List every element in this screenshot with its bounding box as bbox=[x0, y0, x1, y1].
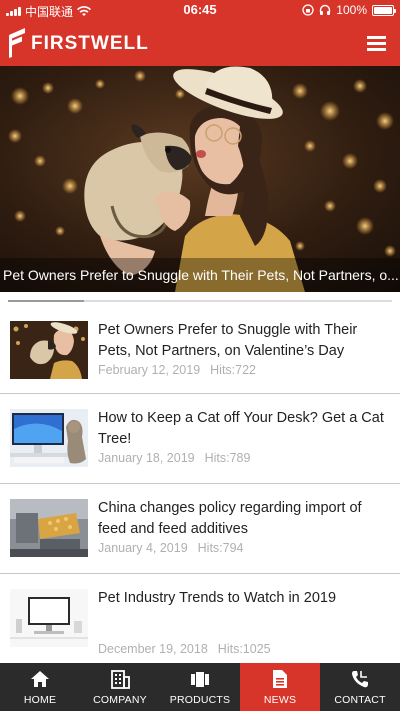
news-title[interactable]: China changes policy regarding import of… bbox=[98, 498, 393, 540]
news-date: February 12, 2019 bbox=[98, 363, 201, 377]
news-thumbnail bbox=[10, 321, 88, 379]
news-hits: Hits:722 bbox=[210, 363, 257, 377]
news-meta: January 18, 2019 Hits:789 bbox=[98, 451, 250, 465]
nav-label: COMPANY bbox=[93, 694, 147, 706]
nav-label: NEWS bbox=[263, 694, 297, 706]
news-hits: Hits:794 bbox=[197, 541, 244, 555]
carousel-indicator bbox=[8, 300, 392, 302]
headphones-icon bbox=[320, 4, 331, 15]
phone-icon bbox=[352, 671, 368, 688]
nav-label: CONTACT bbox=[334, 694, 386, 706]
products-icon bbox=[191, 672, 209, 687]
news-meta: December 19, 2018 Hits:1025 bbox=[98, 642, 271, 656]
nav-item-products[interactable]: PRODUCTS bbox=[160, 663, 240, 711]
brand-logo[interactable]: FIRSTWELL bbox=[6, 25, 149, 59]
nav-item-news[interactable]: NEWS bbox=[240, 663, 320, 711]
bottom-nav: HOME COMPANY PRODUCTS NEWS CONTACT bbox=[0, 663, 400, 711]
document-icon bbox=[273, 670, 287, 688]
news-title[interactable]: How to Keep a Cat off Your Desk? Get a C… bbox=[98, 408, 393, 450]
news-date: December 19, 2018 bbox=[98, 642, 208, 656]
logo-mark-icon bbox=[9, 28, 25, 58]
news-meta: January 4, 2019 Hits:794 bbox=[98, 541, 244, 555]
nav-label: HOME bbox=[23, 694, 57, 706]
news-item[interactable]: Pet Industry Trends to Watch in 2019 Dec… bbox=[0, 574, 400, 664]
nav-label: PRODUCTS bbox=[169, 694, 231, 706]
status-bar: 中国联通 06:45 100% bbox=[0, 0, 400, 20]
hamburger-menu-icon[interactable] bbox=[363, 35, 386, 52]
news-date: January 4, 2019 bbox=[98, 541, 188, 555]
hero-banner[interactable]: Pet Owners Prefer to Snuggle with Their … bbox=[0, 66, 400, 292]
news-thumbnail bbox=[10, 589, 88, 647]
app-header: FIRSTWELL bbox=[0, 20, 400, 66]
news-date: January 18, 2019 bbox=[98, 451, 195, 465]
news-item[interactable]: Pet Owners Prefer to Snuggle with Their … bbox=[0, 306, 400, 394]
news-title[interactable]: Pet Industry Trends to Watch in 2019 bbox=[98, 588, 393, 609]
news-title[interactable]: Pet Owners Prefer to Snuggle with Their … bbox=[98, 320, 393, 362]
brand-name: FIRSTWELL bbox=[31, 33, 149, 54]
carousel-indicator-thumb bbox=[8, 300, 84, 302]
home-icon bbox=[31, 671, 49, 687]
battery-percent: 100% bbox=[336, 3, 367, 17]
news-list: Pet Owners Prefer to Snuggle with Their … bbox=[0, 306, 400, 664]
rotation-lock-icon bbox=[302, 4, 314, 16]
news-hits: Hits:1025 bbox=[217, 642, 271, 656]
nav-item-home[interactable]: HOME bbox=[0, 663, 80, 711]
building-icon bbox=[111, 670, 130, 689]
news-thumbnail bbox=[10, 409, 88, 467]
news-item[interactable]: China changes policy regarding import of… bbox=[0, 484, 400, 574]
news-thumbnail bbox=[10, 499, 88, 557]
news-hits: Hits:789 bbox=[204, 451, 251, 465]
battery-icon bbox=[372, 4, 396, 16]
nav-item-company[interactable]: COMPANY bbox=[80, 663, 160, 711]
hero-caption: Pet Owners Prefer to Snuggle with Their … bbox=[0, 258, 400, 292]
status-right: 100% bbox=[302, 3, 396, 17]
news-item[interactable]: How to Keep a Cat off Your Desk? Get a C… bbox=[0, 394, 400, 484]
nav-item-contact[interactable]: CONTACT bbox=[320, 663, 400, 711]
news-meta: February 12, 2019 Hits:722 bbox=[98, 363, 256, 377]
